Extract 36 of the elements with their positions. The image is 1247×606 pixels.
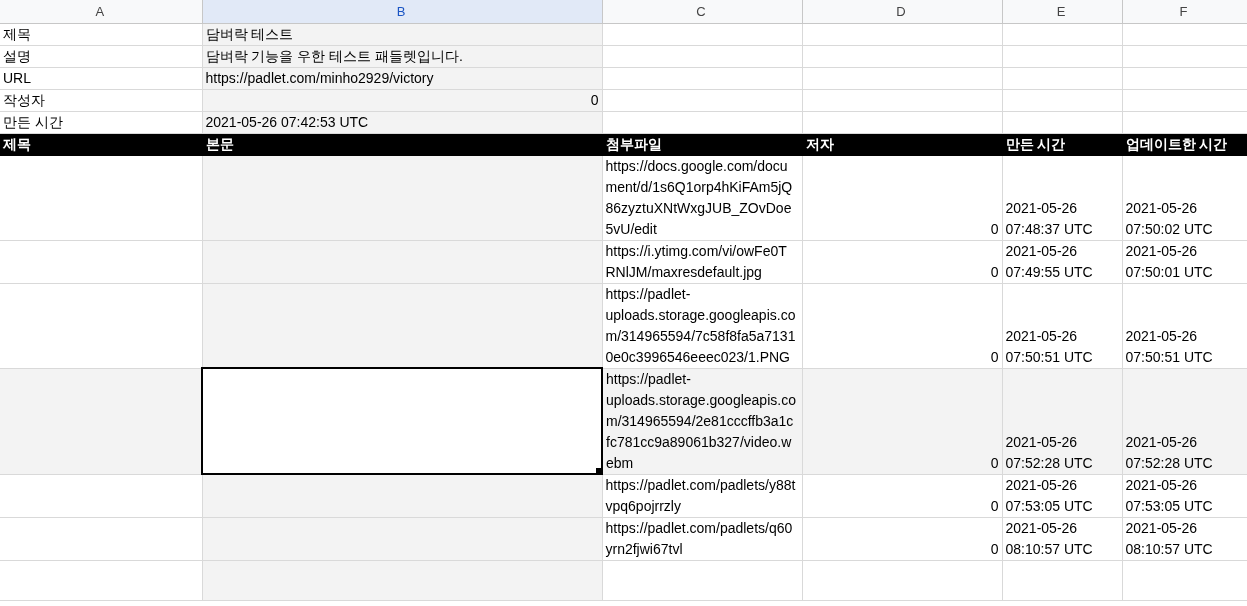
selected-cell[interactable] <box>202 368 602 474</box>
table-cell: 제목 <box>0 23 202 45</box>
header-cell: 저자 <box>802 133 1002 155</box>
column-header[interactable]: D <box>802 0 1002 23</box>
table-cell: 설명 <box>0 45 202 67</box>
table-cell: 담벼락 기능을 우한 테스트 패들렛입니다. <box>202 45 602 67</box>
column-header[interactable]: C <box>602 0 802 23</box>
table-cell: 2021-05-26 07:52:28 UTC <box>1122 368 1247 474</box>
table-cell: 0 <box>802 240 1002 283</box>
column-header[interactable]: F <box>1122 0 1247 23</box>
table-cell: https://padlet.com/minho2929/victory <box>202 67 602 89</box>
table-cell: 2021-05-26 07:49:55 UTC <box>1002 240 1122 283</box>
table-cell: 작성자 <box>0 89 202 111</box>
column-header[interactable]: B <box>202 0 602 23</box>
table-cell: 0 <box>802 283 1002 368</box>
header-cell: 본문 <box>202 133 602 155</box>
table-cell: https://padlet.com/padlets/q60yrn2fjwi67tvl <box>602 517 802 560</box>
table-cell: 2021-05-26 07:52:28 UTC <box>1002 368 1122 474</box>
table-cell: 2021-05-26 07:53:05 UTC <box>1002 474 1122 517</box>
table-cell: 0 <box>202 89 602 111</box>
table-cell: 0 <box>802 517 1002 560</box>
table-cell: 만든 시간 <box>0 111 202 133</box>
table-cell: 2021-05-26 07:42:53 UTC <box>202 111 602 133</box>
table-cell: 0 <box>802 474 1002 517</box>
table-cell: 2021-05-26 08:10:57 UTC <box>1002 517 1122 560</box>
table-cell: 담벼락 테스트 <box>202 23 602 45</box>
fill-handle[interactable] <box>596 468 601 473</box>
column-header[interactable]: E <box>1002 0 1122 23</box>
header-cell: 첨부파일 <box>602 133 802 155</box>
column-header[interactable]: A <box>0 0 202 23</box>
table-cell: 2021-05-26 07:50:51 UTC <box>1002 283 1122 368</box>
header-cell: 제목 <box>0 133 202 155</box>
table-cell: 0 <box>802 155 1002 240</box>
table-cell: 0 <box>802 368 1002 474</box>
table-cell: 2021-05-26 07:48:37 UTC <box>1002 155 1122 240</box>
table-cell: URL <box>0 67 202 89</box>
